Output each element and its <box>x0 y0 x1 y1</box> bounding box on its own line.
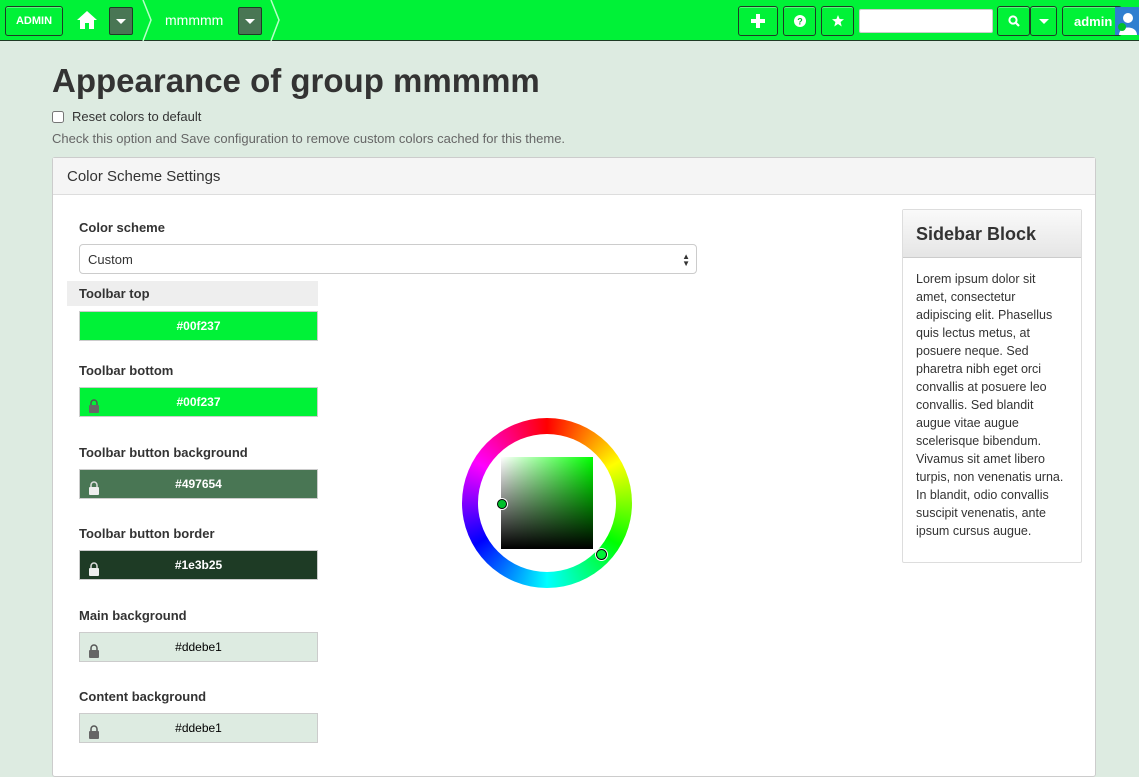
lock-icon[interactable] <box>88 725 100 739</box>
sidebar-body: Lorem ipsum dolor sit amet, consectetur … <box>916 272 1064 538</box>
lock-icon[interactable] <box>88 399 100 413</box>
chevron-down-icon <box>245 18 255 24</box>
search-button[interactable] <box>997 6 1030 36</box>
sl-marker[interactable] <box>497 499 507 509</box>
home-icon[interactable] <box>76 9 98 31</box>
color-label-toolbar-button-background: Toolbar button background <box>79 445 248 460</box>
page-title: Appearance of group mmmmm <box>52 62 540 99</box>
reset-colors-option[interactable]: Reset colors to default <box>52 109 201 124</box>
favorites-button[interactable] <box>821 6 854 36</box>
color-label-toolbar-top: Toolbar top <box>79 286 150 301</box>
color-scheme-label: Color scheme <box>79 220 165 235</box>
help-icon: ? <box>793 15 806 27</box>
user-avatar-icon[interactable] <box>1115 7 1139 35</box>
sidebar-block: Sidebar Block Lorem ipsum dolor sit amet… <box>902 209 1082 563</box>
color-label-content-background: Content background <box>79 689 207 704</box>
svg-text:?: ? <box>797 17 803 27</box>
color-value: #00f237 <box>176 395 221 409</box>
search-options-dropdown[interactable] <box>1030 6 1057 36</box>
search-icon <box>1007 15 1020 27</box>
help-button[interactable]: ? <box>783 6 816 36</box>
color-input-toolbar-bottom[interactable]: #00f237 <box>79 387 318 417</box>
add-button[interactable] <box>738 6 778 36</box>
color-input-toolbar-button-background[interactable]: #497654 <box>79 469 318 499</box>
color-value: #1e3b25 <box>174 558 223 572</box>
panel-title: Color Scheme Settings <box>53 158 1095 195</box>
chevron-down-icon <box>1038 18 1049 24</box>
color-input-content-background[interactable]: #ddebe1 <box>79 713 318 743</box>
saturation-lightness-square[interactable] <box>501 457 593 549</box>
chevron-down-icon <box>116 18 126 24</box>
color-label-main-background: Main background <box>79 608 187 623</box>
sidebar-title: Sidebar Block <box>903 210 1081 258</box>
breadcrumb-separator <box>142 0 152 41</box>
reset-colors-help: Check this option and Save configuration… <box>52 131 566 146</box>
lock-icon[interactable] <box>88 562 100 576</box>
plus-icon <box>751 14 765 28</box>
color-value: #ddebe1 <box>175 721 222 735</box>
lock-icon[interactable] <box>88 481 100 495</box>
group-dropdown-button[interactable] <box>238 7 262 35</box>
user-menu-label: admin <box>1074 13 1113 29</box>
reset-colors-checkbox[interactable] <box>52 110 64 123</box>
star-icon <box>831 15 844 27</box>
color-value: #497654 <box>175 477 222 491</box>
admin-menu-label: ADMIN <box>15 15 53 27</box>
color-value: #ddebe1 <box>175 640 222 654</box>
search-input[interactable] <box>859 9 993 33</box>
home-dropdown-button[interactable] <box>109 7 133 35</box>
reset-colors-label: Reset colors to default <box>72 109 202 124</box>
color-value: #00f237 <box>176 319 221 333</box>
lock-icon[interactable] <box>88 644 100 658</box>
color-picker[interactable] <box>462 418 632 588</box>
color-scheme-value: Custom <box>88 252 133 267</box>
admin-menu-button[interactable]: ADMIN <box>5 6 63 36</box>
color-input-toolbar-top[interactable]: #00f237 <box>79 311 318 341</box>
toolbar: ADMIN mmmmm ? admin <box>0 0 1139 41</box>
hue-marker[interactable] <box>596 549 607 560</box>
breadcrumb-group[interactable]: mmmmm <box>165 12 223 28</box>
color-label-toolbar-button-border: Toolbar button border <box>79 526 215 541</box>
color-label-toolbar-bottom: Toolbar bottom <box>79 363 174 378</box>
select-arrows-icon: ▲ ▼ <box>682 252 690 268</box>
color-scheme-select[interactable]: Custom ▲ ▼ <box>79 244 697 274</box>
breadcrumb-separator <box>270 0 280 41</box>
user-menu-button[interactable]: admin <box>1062 6 1122 36</box>
color-input-main-background[interactable]: #ddebe1 <box>79 632 318 662</box>
color-input-toolbar-button-border[interactable]: #1e3b25 <box>79 550 318 580</box>
